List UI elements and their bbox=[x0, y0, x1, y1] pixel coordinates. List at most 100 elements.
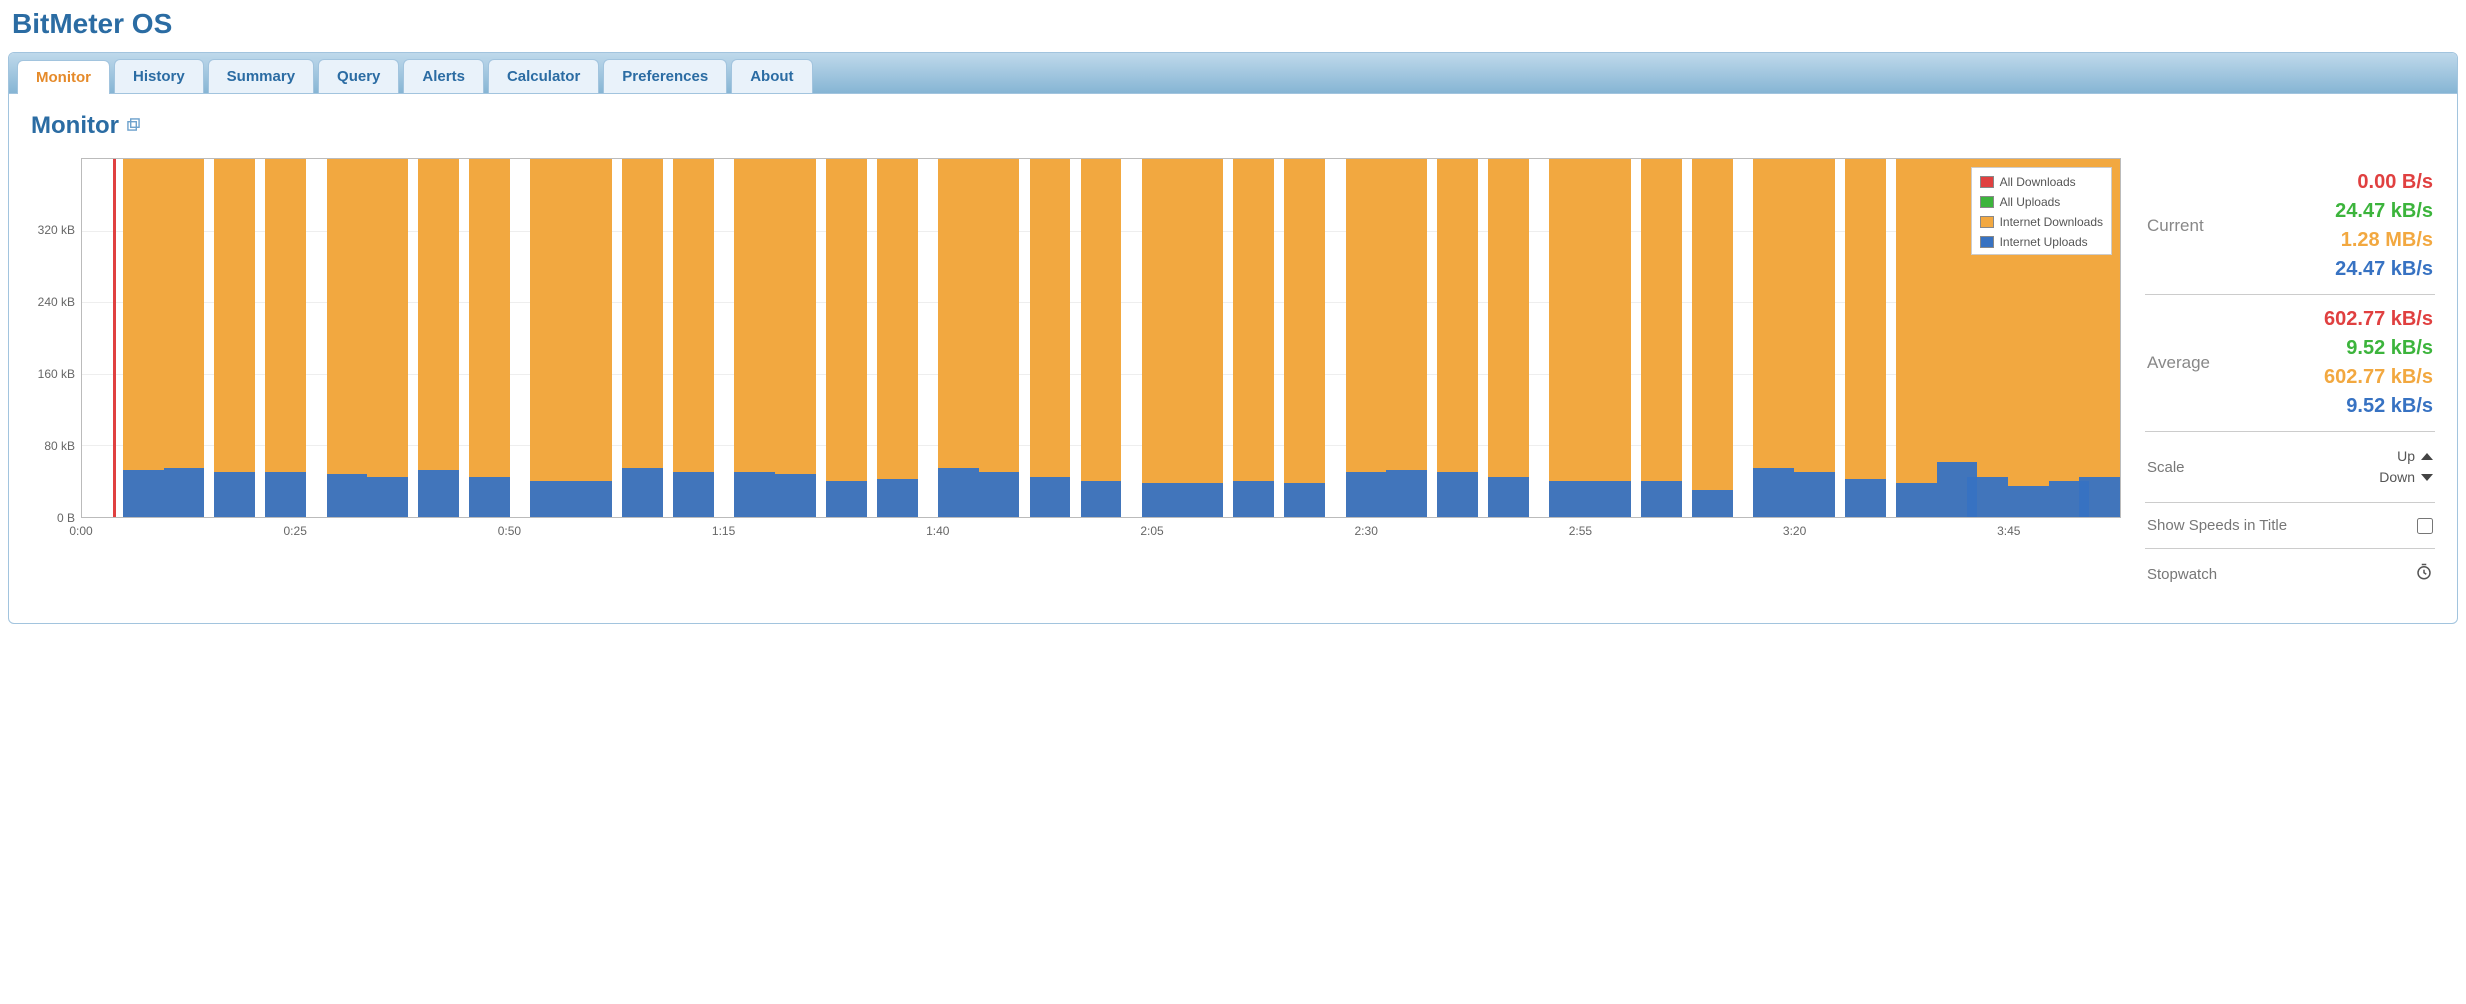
chart-bar bbox=[1437, 159, 1478, 517]
average-net-ul: 9.52 kB/s bbox=[2324, 392, 2433, 421]
chart-bar bbox=[1590, 481, 1631, 517]
chart-bar bbox=[1549, 481, 1590, 517]
chart-bar bbox=[1233, 481, 1274, 517]
chart-bar bbox=[622, 159, 663, 517]
x-tick-label: 0:50 bbox=[498, 524, 521, 538]
chart-bar bbox=[775, 159, 816, 517]
chart-bar bbox=[1590, 159, 1631, 517]
tab-preferences[interactable]: Preferences bbox=[603, 59, 727, 93]
chart-bar bbox=[164, 159, 205, 517]
y-tick-label: 160 kB bbox=[38, 367, 75, 381]
chart-bar bbox=[469, 159, 510, 517]
show-speeds-row: Show Speeds in Title bbox=[2145, 503, 2435, 549]
chart-bar bbox=[265, 159, 306, 517]
chart-bar bbox=[1142, 483, 1183, 517]
monitor-chart: 0 B80 kB160 kB240 kB320 kB All Downloads… bbox=[31, 158, 2121, 542]
tab-history[interactable]: History bbox=[114, 59, 204, 93]
x-tick-label: 2:55 bbox=[1569, 524, 1592, 538]
chart-bar bbox=[938, 159, 979, 517]
stopwatch-row: Stopwatch bbox=[2145, 549, 2435, 599]
chart-bar bbox=[734, 159, 775, 517]
chart-bar bbox=[979, 159, 1020, 517]
app-title: BitMeter OS bbox=[0, 0, 2466, 52]
current-all-dl: 0.00 B/s bbox=[2335, 168, 2433, 197]
chart-bar bbox=[673, 472, 714, 517]
chart-bar bbox=[418, 159, 459, 517]
chart-bar bbox=[622, 468, 663, 517]
current-net-ul: 24.47 kB/s bbox=[2335, 255, 2433, 284]
y-tick-label: 240 kB bbox=[38, 295, 75, 309]
y-tick-label: 320 kB bbox=[38, 223, 75, 237]
average-all-ul: 9.52 kB/s bbox=[2324, 334, 2433, 363]
chart-bar bbox=[327, 159, 368, 517]
chart-bar bbox=[1896, 159, 1937, 517]
chart-bar bbox=[1845, 159, 1886, 517]
current-block: Current 0.00 B/s 24.47 kB/s 1.28 MB/s 24… bbox=[2145, 168, 2435, 295]
y-tick-label: 0 B bbox=[57, 511, 75, 525]
chart-bar bbox=[367, 159, 408, 517]
chart-bar bbox=[1030, 159, 1071, 517]
chart-bar bbox=[1183, 483, 1224, 517]
scale-row: Scale Up Down bbox=[2145, 432, 2435, 503]
chart-bar bbox=[2008, 486, 2049, 517]
chart-bar bbox=[530, 159, 571, 517]
chart-bar bbox=[1967, 477, 2008, 517]
chart-bar bbox=[1794, 472, 1835, 517]
chart-bar bbox=[877, 479, 918, 517]
chart-bar bbox=[1641, 159, 1682, 517]
chart-bar bbox=[571, 159, 612, 517]
chart-bar bbox=[164, 468, 205, 517]
tab-calculator[interactable]: Calculator bbox=[488, 59, 599, 93]
x-tick-label: 1:15 bbox=[712, 524, 735, 538]
chart-bar bbox=[1641, 481, 1682, 517]
clock-icon[interactable] bbox=[2415, 563, 2433, 585]
chart-bar bbox=[1794, 159, 1835, 517]
chart-bar bbox=[877, 159, 918, 517]
legend-all-downloads: All Downloads bbox=[1978, 172, 2105, 192]
chart-bar bbox=[1183, 159, 1224, 517]
x-tick-label: 2:30 bbox=[1355, 524, 1378, 538]
chart-bar bbox=[1386, 470, 1427, 517]
chart-bar bbox=[571, 481, 612, 517]
chart-bar bbox=[469, 477, 510, 517]
scale-label: Scale bbox=[2147, 459, 2185, 476]
chart-bar bbox=[367, 477, 408, 517]
chart-bar bbox=[1346, 472, 1387, 517]
popout-icon[interactable] bbox=[127, 118, 140, 134]
show-speeds-checkbox[interactable] bbox=[2417, 518, 2433, 534]
chart-bar bbox=[1081, 159, 1122, 517]
tab-alerts[interactable]: Alerts bbox=[403, 59, 484, 93]
chart-bar bbox=[734, 472, 775, 517]
chart-bar bbox=[214, 159, 255, 517]
x-tick-label: 0:25 bbox=[284, 524, 307, 538]
chart-bar bbox=[1549, 159, 1590, 517]
chart-bar bbox=[123, 159, 164, 517]
x-tick-label: 3:20 bbox=[1783, 524, 1806, 538]
tab-summary[interactable]: Summary bbox=[208, 59, 314, 93]
average-net-dl: 602.77 kB/s bbox=[2324, 363, 2433, 392]
scale-down-button[interactable]: Down bbox=[2379, 467, 2433, 488]
chart-bar bbox=[1896, 483, 1937, 517]
chart-bar bbox=[1284, 159, 1325, 517]
chart-bar bbox=[1753, 159, 1794, 517]
chart-bar bbox=[418, 470, 459, 517]
chart-bar bbox=[1081, 481, 1122, 517]
chart-bar bbox=[1437, 472, 1478, 517]
x-tick-label: 0:00 bbox=[69, 524, 92, 538]
current-all-ul: 24.47 kB/s bbox=[2335, 197, 2433, 226]
chart-bar bbox=[327, 474, 368, 517]
show-speeds-label: Show Speeds in Title bbox=[2147, 517, 2287, 534]
tab-monitor[interactable]: Monitor bbox=[17, 60, 110, 94]
page-title: Monitor bbox=[31, 112, 119, 140]
chart-bar bbox=[826, 159, 867, 517]
current-net-dl: 1.28 MB/s bbox=[2335, 226, 2433, 255]
tab-about[interactable]: About bbox=[731, 59, 812, 93]
chevron-down-icon bbox=[2421, 474, 2433, 481]
stopwatch-label: Stopwatch bbox=[2147, 566, 2217, 583]
tab-query[interactable]: Query bbox=[318, 59, 399, 93]
tab-bar: Monitor History Summary Query Alerts Cal… bbox=[9, 53, 2457, 94]
chart-bar bbox=[265, 472, 306, 517]
scale-up-button[interactable]: Up bbox=[2379, 446, 2433, 467]
chart-bar bbox=[1386, 159, 1427, 517]
chart-bar bbox=[1346, 159, 1387, 517]
